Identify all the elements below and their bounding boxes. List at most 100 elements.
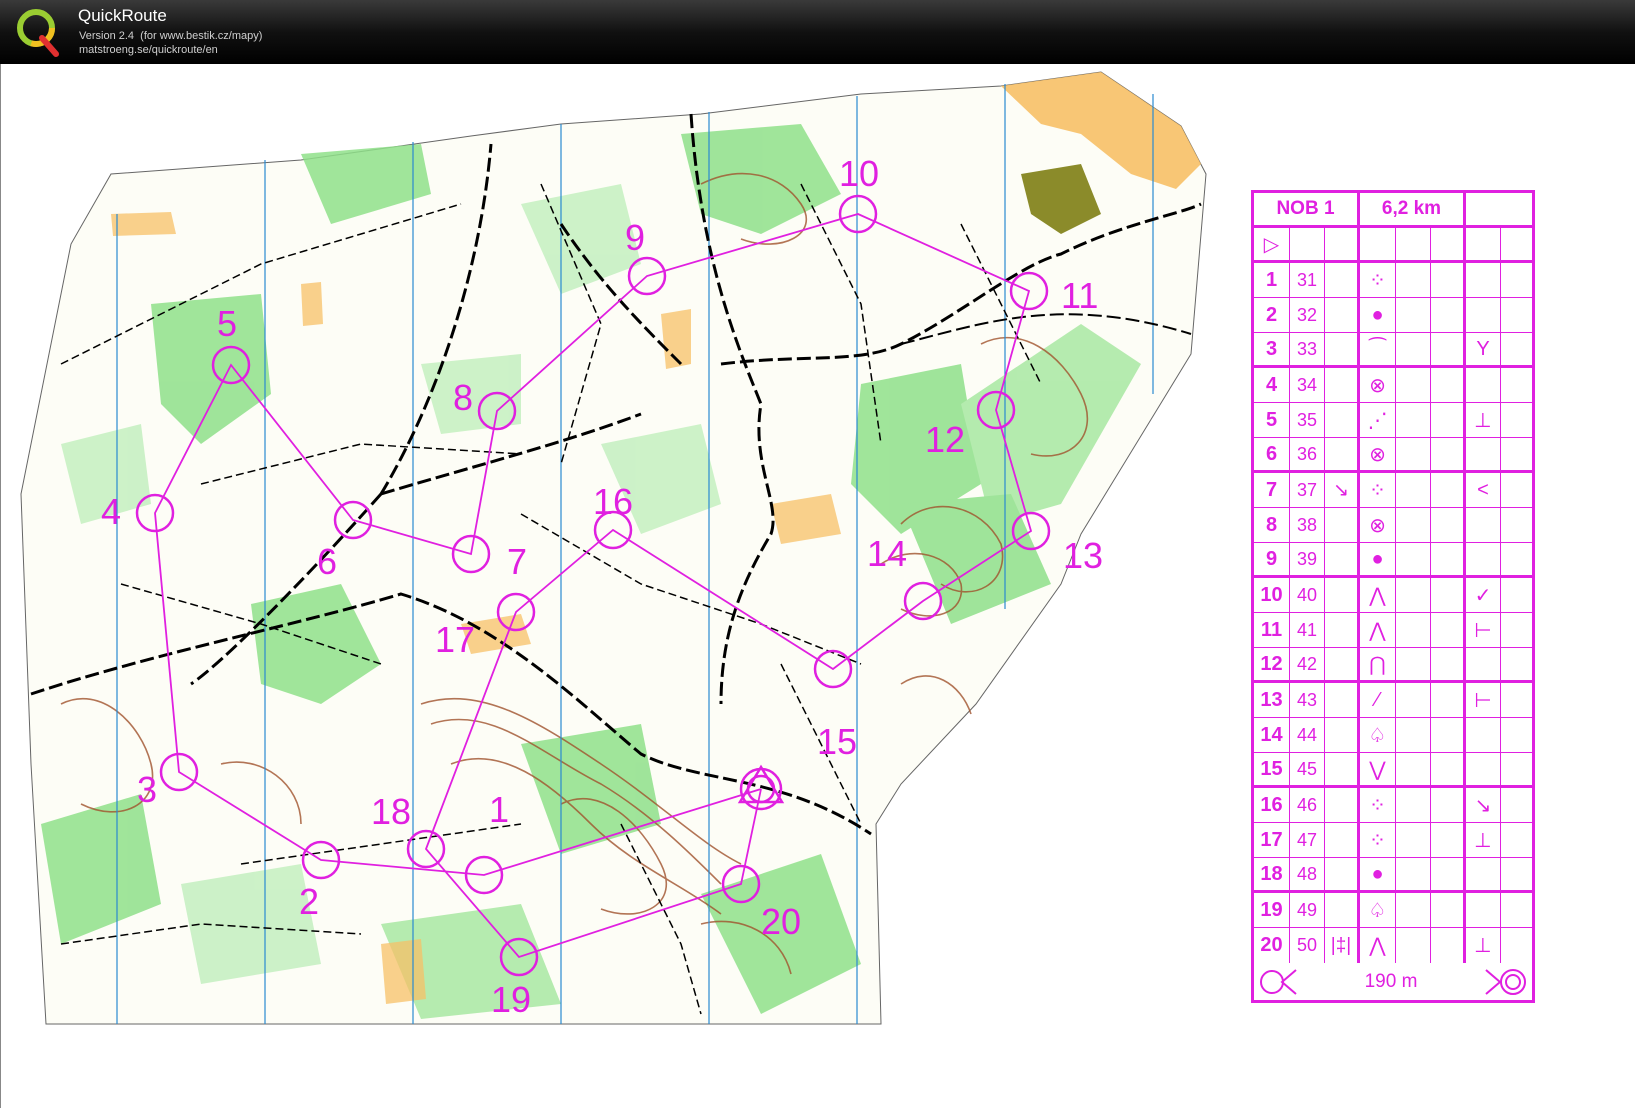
other-cell <box>1501 578 1532 612</box>
appearance-cell <box>1396 613 1431 647</box>
description-header: NOB 1 6,2 km <box>1254 193 1532 228</box>
which-feature-cell <box>1325 648 1360 680</box>
dimension-cell <box>1431 473 1466 507</box>
app-version: Version 2.4 (for www.bestik.cz/mapy) <box>79 30 263 42</box>
other-cell <box>1501 403 1532 437</box>
appearance-cell <box>1396 753 1431 785</box>
description-row: 2 32 ● <box>1254 298 1532 333</box>
appearance-cell <box>1396 788 1431 822</box>
appearance-cell <box>1396 648 1431 680</box>
title-bar: QuickRoute Version 2.4 (for www.bestik.c… <box>0 0 1635 64</box>
control-code-cell: 33 <box>1290 333 1325 365</box>
control-number: 3 <box>137 769 157 810</box>
control-number-cell: 1 <box>1254 263 1290 297</box>
finish-row: 190 m <box>1254 963 1532 1000</box>
description-row: 13 43 ⁄ ⊢ <box>1254 683 1532 718</box>
control-number-cell: 10 <box>1254 578 1290 612</box>
dot-icon: ● <box>1360 543 1396 575</box>
location-cell: ⊥ <box>1466 823 1501 857</box>
control-code-cell: 37 <box>1290 473 1325 507</box>
spur-icon: ⋀ <box>1360 928 1396 963</box>
appearance-cell <box>1396 298 1431 332</box>
other-cell <box>1501 263 1532 297</box>
control-number: 10 <box>839 153 879 194</box>
description-row: 15 45 ⋁ <box>1254 753 1532 788</box>
control-number-cell: 18 <box>1254 858 1290 890</box>
which-feature-cell <box>1325 403 1360 437</box>
description-row: 18 48 ● <box>1254 858 1532 893</box>
spur-icon: ⋀ <box>1360 613 1396 647</box>
location-cell: Y <box>1466 333 1501 365</box>
which-feature-cell <box>1325 578 1360 612</box>
appearance-cell <box>1396 823 1431 857</box>
location-cell <box>1466 438 1501 470</box>
other-cell <box>1501 543 1532 575</box>
dimension-cell <box>1431 333 1466 365</box>
which-feature-cell <box>1325 613 1360 647</box>
appearance-cell <box>1396 473 1431 507</box>
appearance-cell <box>1396 683 1431 717</box>
spur-icon: ⋀ <box>1360 578 1396 612</box>
control-number: 9 <box>625 217 645 258</box>
description-row: 7 37 ↘ ⁘ < <box>1254 473 1532 508</box>
location-cell <box>1466 893 1501 927</box>
ditch-icon: ⁘ <box>1360 473 1396 507</box>
other-cell <box>1501 298 1532 332</box>
knoll-icon: ⋂ <box>1360 648 1396 680</box>
location-cell: ⊢ <box>1466 683 1501 717</box>
finish-icon <box>1485 968 1526 995</box>
control-number: 6 <box>317 541 337 582</box>
other-cell <box>1501 718 1532 752</box>
dimension-cell <box>1431 683 1466 717</box>
location-cell: ⊥ <box>1466 403 1501 437</box>
location-cell <box>1466 508 1501 542</box>
map-view[interactable]: 1 2 3 4 5 6 7 8 9 10 11 12 13 14 15 16 1… <box>0 64 1635 1108</box>
control-number: 15 <box>817 721 857 762</box>
appearance-cell <box>1396 263 1431 297</box>
appearance-cell <box>1396 858 1431 890</box>
which-feature-cell <box>1325 298 1360 332</box>
other-cell <box>1501 823 1532 857</box>
location-cell: < <box>1466 473 1501 507</box>
which-feature-cell <box>1325 718 1360 752</box>
dimension-cell <box>1431 403 1466 437</box>
control-number-cell: 20 <box>1254 928 1290 963</box>
control-number: 18 <box>371 791 411 832</box>
dimension-cell <box>1431 823 1466 857</box>
control-code-cell: 47 <box>1290 823 1325 857</box>
location-cell: ⊥ <box>1466 928 1501 963</box>
appearance-cell <box>1396 893 1431 927</box>
which-feature-cell <box>1325 438 1360 470</box>
crossing-icon: ⊗ <box>1360 508 1396 542</box>
location-cell <box>1466 263 1501 297</box>
finish-distance: 190 m <box>1364 970 1418 992</box>
location-cell <box>1466 298 1501 332</box>
description-row: 17 47 ⁘ ⊥ <box>1254 823 1532 858</box>
which-feature-cell <box>1325 858 1360 890</box>
dimension-cell <box>1431 298 1466 332</box>
control-number: 17 <box>435 619 475 660</box>
which-feature-cell <box>1325 823 1360 857</box>
finish-start-icon <box>1260 968 1297 995</box>
control-code-cell: 42 <box>1290 648 1325 680</box>
appearance-cell <box>1396 718 1431 752</box>
control-number-cell: 6 <box>1254 438 1290 470</box>
dimension-cell <box>1431 893 1466 927</box>
orienteering-map[interactable]: 1 2 3 4 5 6 7 8 9 10 11 12 13 14 15 16 1… <box>1 64 1241 1108</box>
description-row: 5 35 ⋰ ⊥ <box>1254 403 1532 438</box>
control-number: 14 <box>867 533 907 574</box>
other-cell <box>1501 683 1532 717</box>
other-cell <box>1501 368 1532 402</box>
control-code-cell: 32 <box>1290 298 1325 332</box>
which-feature-cell <box>1325 683 1360 717</box>
control-code-cell: 49 <box>1290 893 1325 927</box>
which-feature-cell <box>1325 753 1360 785</box>
which-feature-cell <box>1325 333 1360 365</box>
control-number-cell: 9 <box>1254 543 1290 575</box>
dimension-cell <box>1431 718 1466 752</box>
control-number-cell: 15 <box>1254 753 1290 785</box>
app-title: QuickRoute <box>78 6 167 25</box>
which-feature-cell <box>1325 543 1360 575</box>
other-cell <box>1501 333 1532 365</box>
slash-icon: ⁄ <box>1360 683 1396 717</box>
